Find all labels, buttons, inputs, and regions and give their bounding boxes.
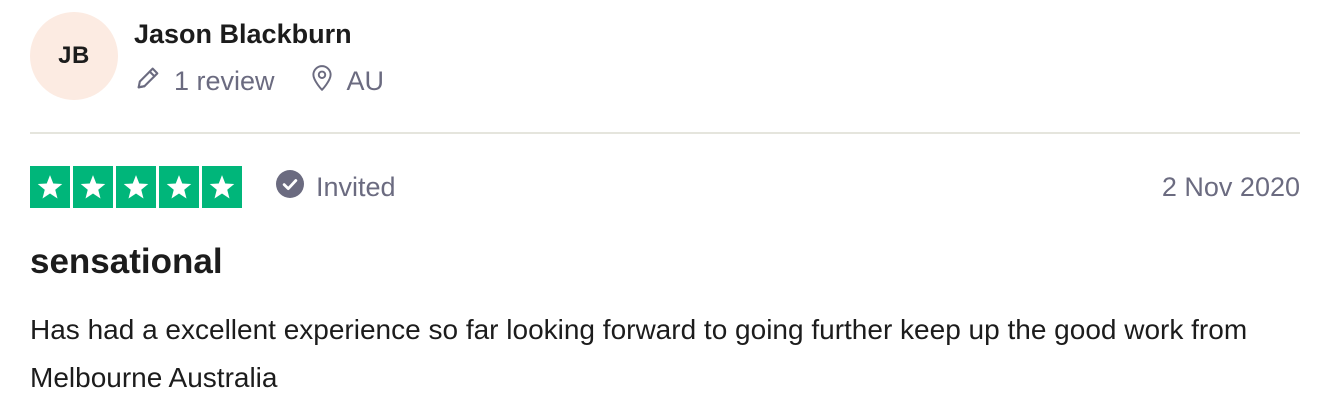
consumer-name[interactable]: Jason Blackburn: [134, 18, 418, 50]
review-text: Has had a excellent experience so far lo…: [30, 314, 1248, 393]
pencil-icon: [134, 64, 174, 99]
verification-label: Invited: [316, 171, 396, 202]
review-card: JB Jason Blackburn 1 review AU Invited 2…: [0, 0, 1334, 419]
avatar-initials: JB: [58, 42, 90, 69]
avatar[interactable]: JB: [30, 12, 118, 100]
star-icon: [73, 166, 113, 208]
consumer-location: AU: [309, 64, 385, 99]
reviews-count-label: 1 review: [174, 66, 275, 96]
review-title[interactable]: sensational: [30, 240, 223, 284]
location-label: AU: [346, 66, 385, 96]
verification-badge[interactable]: Invited: [276, 169, 396, 205]
consumer-header: JB Jason Blackburn 1 review AU: [30, 12, 418, 100]
consumer-meta: 1 review AU: [134, 64, 418, 99]
consumer-info: Jason Blackburn 1 review AU: [134, 12, 418, 99]
reviews-count: 1 review: [134, 64, 275, 99]
location-pin-icon: [309, 64, 347, 99]
star-icon: [202, 166, 242, 208]
review-date: 2 Nov 2020: [1161, 171, 1300, 202]
star-rating: [30, 166, 242, 208]
review-header: Invited 2 Nov 2020: [30, 166, 1300, 208]
star-icon: [159, 166, 199, 208]
star-icon: [30, 166, 70, 208]
check-circle-icon: [276, 169, 316, 205]
star-icon: [116, 166, 156, 208]
divider: [30, 132, 1300, 134]
